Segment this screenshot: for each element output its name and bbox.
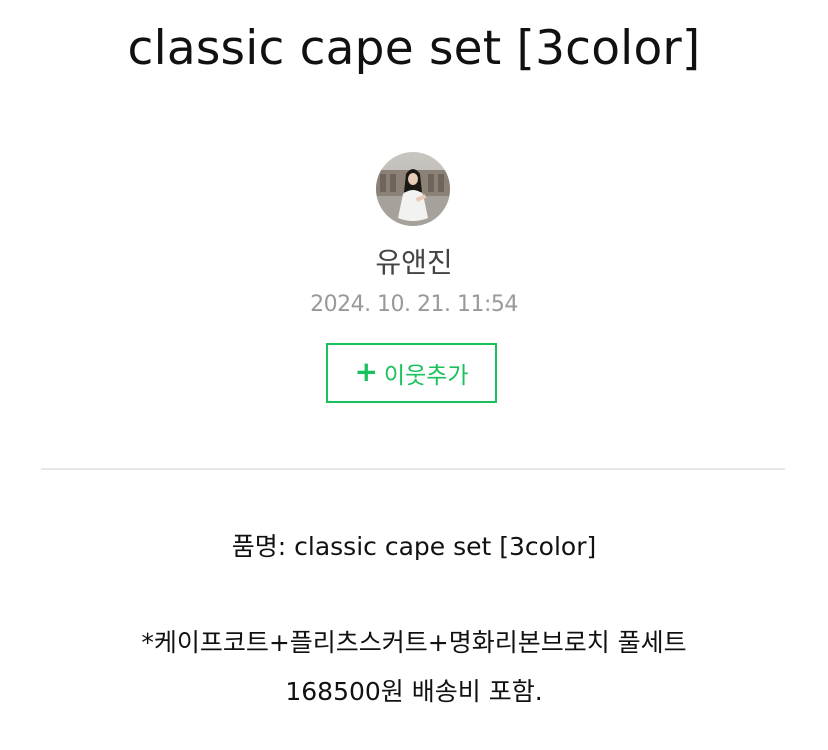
post-date: 2024. 10. 21. 11:54: [310, 292, 518, 317]
product-name-line: 품명: classic cape set [3color]: [231, 532, 597, 561]
author-name[interactable]: 유앤진: [0, 243, 828, 283]
divider: [41, 468, 785, 470]
avatar-photo: [376, 152, 450, 226]
product-contents-line: *케이프코트+플리츠스커트+명화리본브로치 풀세트: [141, 628, 687, 657]
plus-icon: +: [354, 355, 378, 388]
add-neighbor-label: 이웃추가: [383, 363, 469, 389]
page-title: classic cape set [3color]: [127, 21, 701, 76]
avatar[interactable]: [376, 152, 450, 226]
add-neighbor-button[interactable]: + 이웃추가: [326, 343, 497, 403]
scroll-indicator-icon: ˇ: [816, 0, 822, 9]
price-line: 168500원 배송비 포함.: [285, 677, 543, 706]
